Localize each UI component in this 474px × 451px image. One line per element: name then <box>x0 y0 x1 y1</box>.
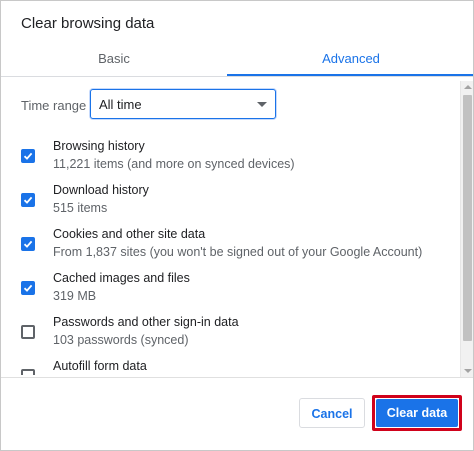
time-range-value: All time <box>99 97 142 112</box>
item-title: Browsing history <box>53 139 145 153</box>
footer-divider <box>1 377 473 378</box>
tab-basic[interactable]: Basic <box>1 45 227 76</box>
dropdown-arrow-icon <box>257 102 267 107</box>
dialog-title: Clear browsing data <box>21 15 155 32</box>
cancel-button[interactable]: Cancel <box>299 398 365 428</box>
active-tab-indicator <box>227 74 473 76</box>
tab-bar: Basic Advanced <box>1 45 473 77</box>
item-title: Cookies and other site data <box>53 227 206 241</box>
item-subtitle: 319 MB <box>53 289 97 303</box>
scroll-down-arrow-icon[interactable] <box>464 369 472 373</box>
checkbox-passwords[interactable] <box>21 325 35 339</box>
checkbox-cookies[interactable] <box>21 237 35 251</box>
time-range-label: Time range <box>21 98 87 113</box>
checkbox-cached-images[interactable] <box>21 281 35 295</box>
item-title: Download history <box>53 183 149 197</box>
checkmark-icon <box>23 284 33 292</box>
checkmark-icon <box>23 152 33 160</box>
item-title: Autofill form data <box>53 359 147 373</box>
scroll-up-arrow-icon[interactable] <box>464 85 472 89</box>
item-subtitle: 103 passwords (synced) <box>53 333 189 347</box>
checkbox-autofill[interactable] <box>21 369 35 375</box>
clear-data-highlight: Clear data <box>372 395 462 431</box>
item-title: Cached images and files <box>53 271 190 285</box>
clear-browsing-data-dialog: Clear browsing data Basic Advanced Time … <box>0 0 474 451</box>
list-item-autofill: Autofill form data <box>1 349 459 375</box>
checkmark-icon <box>23 196 33 204</box>
list-item-browsing-history: Browsing history 11,221 items (and more … <box>1 129 459 173</box>
checkmark-icon <box>23 240 33 248</box>
item-subtitle: 11,221 items (and more on synced devices… <box>53 157 295 171</box>
list-scrollbar[interactable] <box>460 81 473 377</box>
item-subtitle: From 1,837 sites (you won't be signed ou… <box>53 245 423 259</box>
list-item-cookies: Cookies and other site data From 1,837 s… <box>1 217 459 261</box>
tab-advanced[interactable]: Advanced <box>227 45 473 76</box>
checkbox-download-history[interactable] <box>21 193 35 207</box>
clear-data-button[interactable]: Clear data <box>376 399 458 427</box>
item-title: Passwords and other sign-in data <box>53 315 239 329</box>
list-item-passwords: Passwords and other sign-in data 103 pas… <box>1 305 459 349</box>
time-range-select[interactable]: All time <box>90 89 276 119</box>
list-item-cached-images: Cached images and files 319 MB <box>1 261 459 305</box>
scrollbar-thumb[interactable] <box>463 95 472 341</box>
checkbox-browsing-history[interactable] <box>21 149 35 163</box>
item-subtitle: 515 items <box>53 201 108 215</box>
data-type-list: Browsing history 11,221 items (and more … <box>1 129 459 375</box>
list-item-download-history: Download history 515 items <box>1 173 459 217</box>
